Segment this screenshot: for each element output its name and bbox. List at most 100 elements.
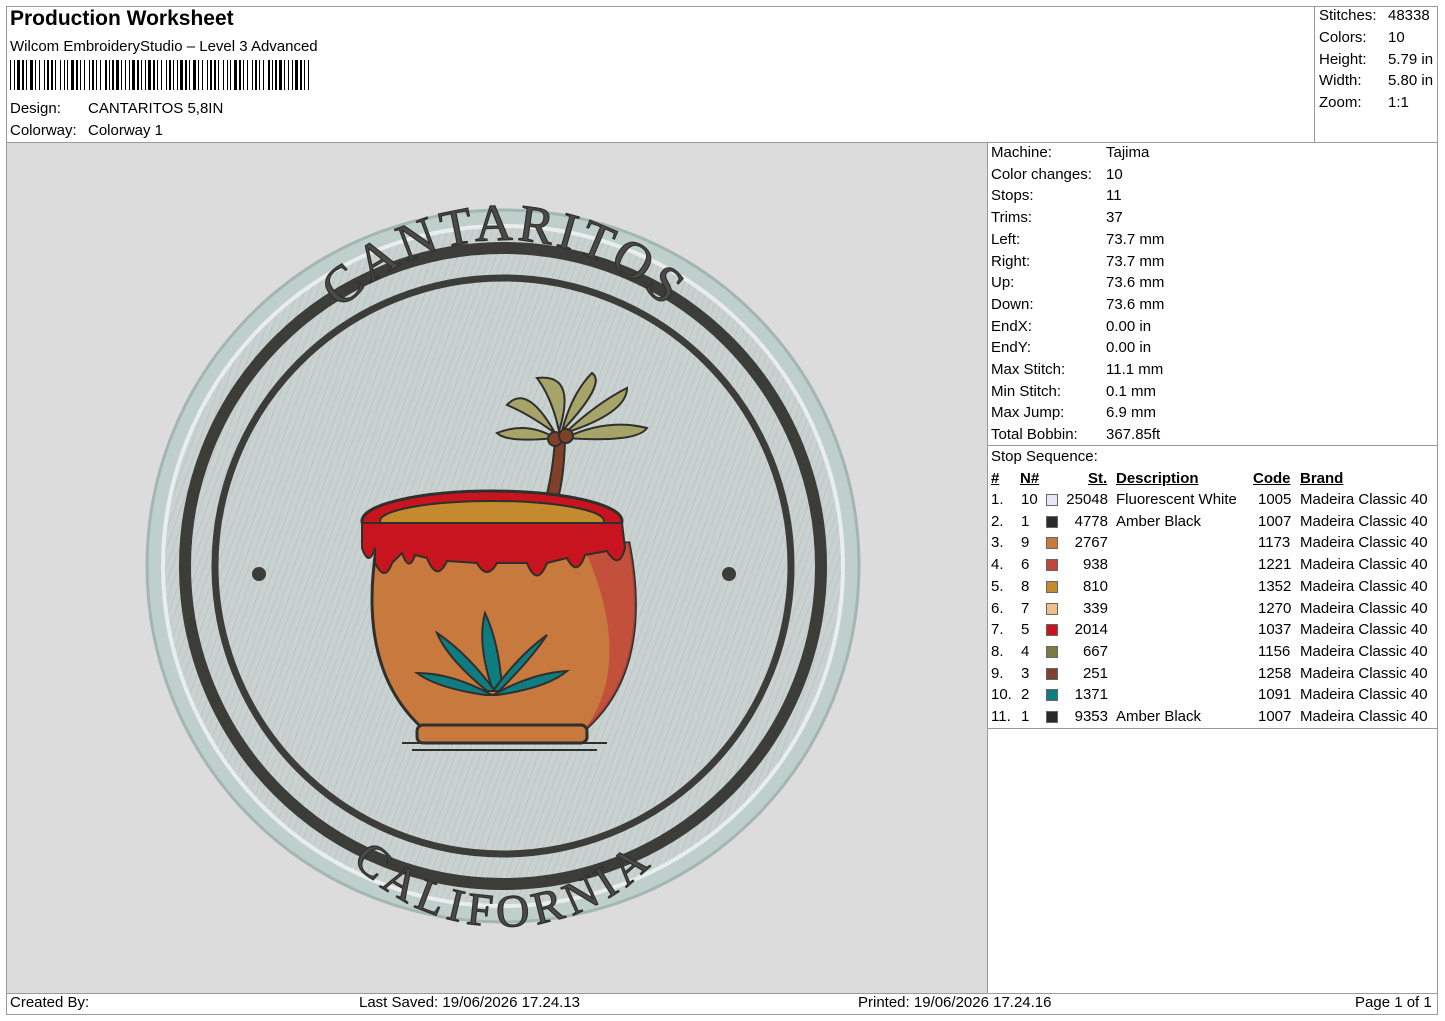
stat-value: 6.9 mm [1106,404,1157,422]
row-num: 1. [991,491,1004,508]
col-header-code: Code [1253,470,1291,487]
row-stitches: 2014 [1074,621,1108,639]
barcode [10,60,309,90]
stat-value: 0.00 in [1106,317,1152,335]
row-code: 1173 [1258,534,1291,552]
machine-stat-row: Color changes: 10 [991,166,1123,187]
row-stitches: 25048 [1066,491,1108,508]
stat-value: Tajima [1106,144,1150,161]
row-code: 1005 [1258,491,1292,508]
page-title: Production Worksheet [10,7,234,30]
color-swatch [1046,580,1058,593]
preview-divider [987,142,988,994]
last-saved: Last Saved: 19/06/2026 17.24.13 [359,994,581,1011]
stat-label: Trims: [991,209,1033,227]
table-row: 2. 1 4778 Amber Black 1007 Madeira Classic 40 [990,513,1436,534]
row-brand: Madeira Classic 40 [1300,621,1428,639]
table-row: 4. 6 938 1221 Madeira Classic 40 [990,556,1436,577]
row-stitches: 4778 [1074,512,1108,530]
row-brand: Madeira Classic 40 [1300,577,1428,595]
summary-row-stitches: Stitches: 48338 [1319,7,1430,24]
machine-stat-row: Max Stitch: 11.1 mm [991,361,1163,382]
row-stitches: 667 [1082,642,1108,660]
row-num: 7. [991,621,1004,639]
design-preview: CANTARITOS CALIFORNIA [7,143,987,993]
row-needle: 6 [1021,556,1030,574]
row-stitches: 339 [1082,599,1108,617]
row-stitches: 938 [1082,556,1108,574]
row-brand: Madeira Classic 40 [1300,642,1428,660]
stat-label: Up: [991,274,1015,292]
col-header-num: # [991,470,1000,487]
row-description: Amber Black [1116,708,1202,725]
summary-row-width: Width: 5.80 in [1319,72,1434,89]
color-swatch [1046,559,1058,572]
row-needle: 10 [1021,491,1038,508]
stat-label: Max Jump: [991,404,1065,422]
stat-label: Max Stitch: [991,361,1066,378]
color-swatch [1046,689,1058,702]
table-row: 5. 8 810 1352 Madeira Classic 40 [990,578,1436,599]
summary-row-height: Height: 5.79 in [1319,51,1434,68]
stat-label: Min Stitch: [991,382,1062,400]
stat-value: 73.6 mm [1106,274,1165,292]
row-needle: 1 [1021,708,1030,725]
design-name: CANTARITOS 5,8IN [88,100,224,117]
row-needle: 9 [1021,534,1030,552]
col-header-stitches: St. [1088,470,1108,487]
row-code: 1007 [1258,512,1292,530]
page-number: Page 1 of 1 [1355,994,1432,1011]
embroidery-patch: CANTARITOS CALIFORNIA [145,194,861,938]
table-row: 6. 7 339 1270 Madeira Classic 40 [990,600,1436,621]
stat-value: 0.1 mm [1106,382,1157,400]
machine-stat-row: Left: 73.7 mm [991,230,1164,252]
row-num: 6. [991,599,1004,617]
row-num: 3. [991,534,1004,552]
machine-stat-row: Machine: Tajima [991,144,1149,165]
machine-stat-row: EndY: 0.00 in [991,339,1151,360]
row-stitches: 1371 [1074,686,1108,704]
row-brand: Madeira Classic 40 [1300,534,1428,552]
summary-row-zoom: Zoom: 1:1 [1319,94,1409,111]
machine-stat-row: Down: 73.6 mm [991,296,1164,317]
color-swatch [1046,515,1058,528]
stat-label: EndY: [991,339,1032,357]
stat-label: Machine: [991,144,1052,161]
col-header-brand: Brand [1300,470,1344,487]
row-needle: 3 [1021,664,1030,682]
row-code: 1156 [1258,642,1291,660]
row-code: 1007 [1258,708,1292,725]
row-brand: Madeira Classic 40 [1300,708,1428,725]
row-num: 4. [991,556,1004,574]
row-description: Fluorescent White [1116,491,1237,508]
row-code: 1270 [1258,599,1292,617]
row-num: 5. [991,577,1004,595]
colorway-label: Colorway: [10,122,77,139]
row-needle: 8 [1021,577,1030,595]
row-num: 8. [991,642,1004,660]
footer-divider [6,993,1438,994]
stat-label: Left: [991,230,1021,248]
color-swatch [1046,667,1058,680]
table-row: 9. 3 251 1258 Madeira Classic 40 [990,665,1436,686]
color-swatch [1046,494,1058,506]
machine-stat-row: EndX: 0.00 in [991,318,1151,339]
stat-value: 37 [1106,209,1123,227]
col-header-description: Description [1116,470,1199,487]
row-needle: 5 [1021,621,1030,639]
machine-stat-row: Right: 73.7 mm [991,253,1164,274]
table-row: 11. 1 9353 Amber Black 1007 Madeira Classic 4… [990,708,1436,729]
color-swatch [1046,624,1058,637]
stat-value: 11.1 mm [1106,361,1164,378]
row-brand: Madeira Classic 40 [1300,686,1428,704]
row-brand: Madeira Classic 40 [1300,512,1428,530]
stat-value: 73.6 mm [1106,295,1165,313]
machine-stat-row: Total Bobbin: 367.85ft [991,426,1160,447]
table-row: 3. 9 2767 1173 Madeira Classic 40 [990,534,1436,555]
table-row: 7. 5 2014 1037 Madeira Classic 40 [990,621,1436,642]
row-code: 1037 [1258,621,1292,639]
row-stitches: 9353 [1074,708,1108,725]
colorway-name: Colorway 1 [88,122,164,139]
row-needle: 2 [1021,686,1030,704]
col-header-needle: N# [1020,470,1040,487]
